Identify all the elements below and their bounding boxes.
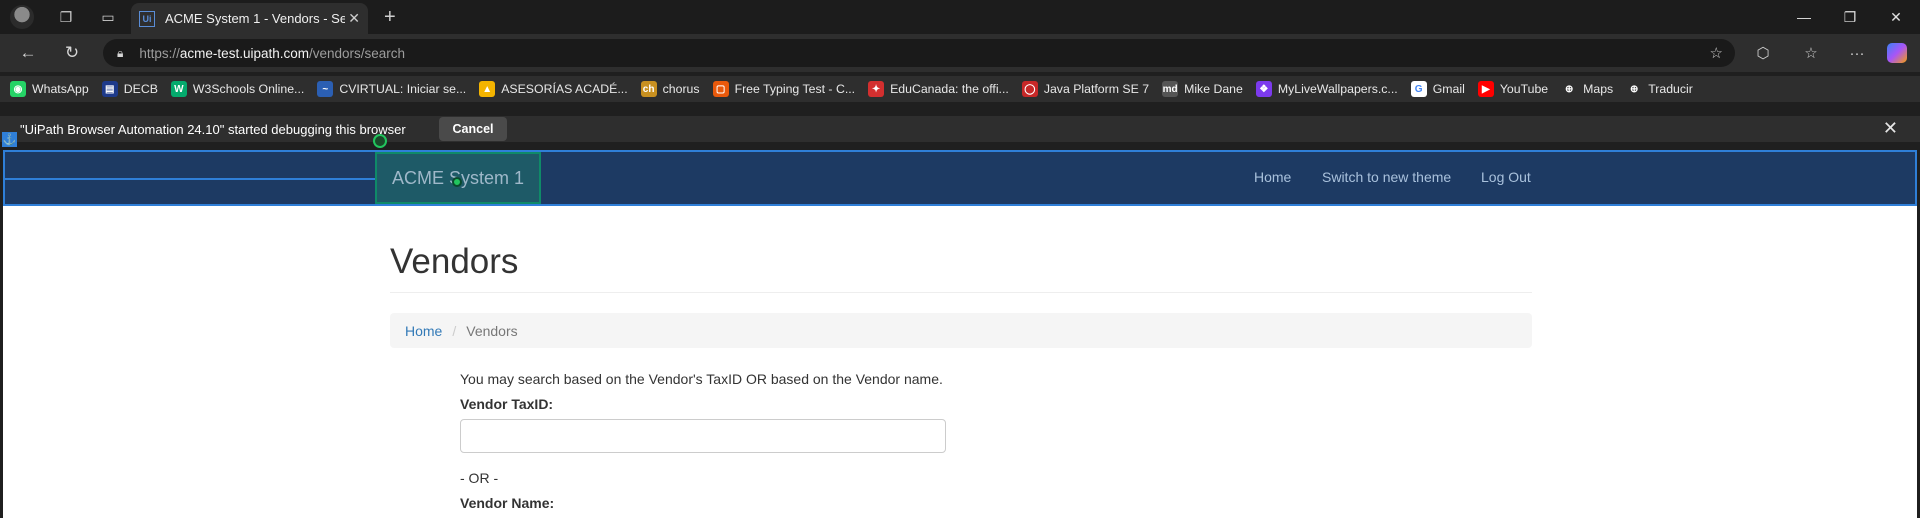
workspaces-icon[interactable]: ❐	[56, 7, 76, 27]
breadcrumb: Home / Vendors	[390, 313, 1532, 348]
cancel-debug-button[interactable]: Cancel	[439, 117, 507, 141]
back-icon[interactable]: ←	[16, 42, 40, 64]
oracle-icon: ◯	[1021, 81, 1038, 97]
new-tab-button[interactable]: +	[384, 6, 396, 29]
chorus-icon: ch	[640, 81, 657, 97]
bookmark-item[interactable]: ⊕ Maps	[1561, 81, 1613, 97]
tab-close-icon[interactable]: ✕	[348, 10, 360, 27]
lock-icon[interactable]: 🔒︎	[117, 46, 123, 61]
url-path: /vendors/search	[308, 45, 406, 61]
bookmark-label: Java Platform SE 7	[1043, 82, 1150, 96]
bookmark-item[interactable]: ⊕ Traducir	[1626, 81, 1693, 97]
close-banner-icon[interactable]: ✕	[1883, 118, 1898, 139]
bookmark-label: Mike Dane	[1184, 82, 1243, 96]
automation-target-icon	[452, 177, 462, 187]
web-page: ACME System 1 Home Switch to new theme L…	[3, 150, 1917, 518]
mylivewallpapers-icon: ❖	[1255, 81, 1272, 97]
mike-dane-icon: md	[1162, 81, 1179, 97]
bookmark-label: ASESORÍAS ACADÉ...	[501, 82, 628, 96]
google-icon: G	[1410, 81, 1427, 97]
bookmark-label: EduCanada: the offi...	[890, 82, 1009, 96]
bookmark-label: YouTube	[1499, 82, 1549, 96]
whatsapp-icon: ◉	[10, 81, 26, 97]
vendor-search-form: You may search based on the Vendor's Tax…	[460, 371, 1532, 511]
bookmark-item[interactable]: ✦ EduCanada: the offi...	[868, 81, 1009, 97]
bookmark-label: W3Schools Online...	[192, 82, 305, 96]
bookmark-item[interactable]: W W3Schools Online...	[170, 81, 305, 97]
breadcrumb-separator: /	[452, 322, 457, 339]
refresh-icon[interactable]: ↻	[60, 42, 84, 64]
search-instructions: You may search based on the Vendor's Tax…	[460, 371, 943, 387]
anchor-icon: ⚓	[2, 132, 17, 147]
automation-anchor-ring-icon	[373, 134, 387, 148]
copilot-icon[interactable]	[1887, 43, 1907, 63]
active-tab[interactable]: Ui ACME System 1 - Vendors - Search ✕	[131, 3, 368, 34]
url-prefix: https://	[139, 45, 180, 61]
uipath-favicon-icon: Ui	[139, 10, 155, 27]
debug-message: "UiPath Browser Automation 24.10" starte…	[20, 121, 406, 137]
typing-test-icon: ▢	[712, 81, 729, 97]
bookmark-item[interactable]: ▲ ASESORÍAS ACADÉ...	[479, 81, 628, 97]
tab-title: ACME System 1 - Vendors - Search	[165, 11, 345, 26]
browser-toolbar: ← ↻ 🔒︎ https://acme-test.uipath.com/vend…	[0, 34, 1920, 72]
brand-link[interactable]: ACME System 1	[375, 152, 541, 204]
globe-icon: ⊕	[1561, 81, 1578, 97]
url-text: https://acme-test.uipath.com/vendors/sea…	[139, 46, 405, 61]
bookmark-label: MyLiveWallpapers.c...	[1277, 82, 1398, 96]
bookmark-item[interactable]: G Gmail	[1410, 81, 1465, 97]
close-icon[interactable]: ✕	[1873, 0, 1919, 34]
minimize-icon[interactable]: —	[1781, 0, 1827, 34]
bookmark-label: chorus	[662, 82, 700, 96]
nav-logout-link[interactable]: Log Out	[1481, 169, 1531, 185]
bookmark-item[interactable]: ❖ MyLiveWallpapers.c...	[1255, 81, 1398, 97]
bookmark-item[interactable]: ~ CVIRTUAL: Iniciar se...	[317, 81, 466, 97]
bookmarks-bar: ◉ WhatsApp ▤ DECB W W3Schools Online... ~ CVIRT…	[0, 76, 1920, 102]
bookmark-item[interactable]: ◯ Java Platform SE 7	[1021, 81, 1150, 97]
bookmark-item[interactable]: md Mike Dane	[1162, 81, 1243, 97]
nav-switch-theme-link[interactable]: Switch to new theme	[1322, 169, 1451, 185]
or-separator: - OR -	[460, 470, 499, 486]
main-content: Vendors Home / Vendors You may search ba…	[390, 206, 1532, 518]
bookmark-label: WhatsApp	[32, 82, 89, 96]
globe-icon: ⊕	[1626, 81, 1643, 97]
vendor-name-label: Vendor Name:	[460, 495, 555, 511]
vendor-taxid-label: Vendor TaxID:	[460, 396, 554, 412]
bookmark-item[interactable]: ▶ YouTube	[1477, 81, 1549, 97]
extensions-icon[interactable]: ⬡	[1752, 43, 1774, 63]
address-bar[interactable]: 🔒︎ https://acme-test.uipath.com/vendors/…	[103, 39, 1735, 67]
breadcrumb-current: Vendors	[466, 322, 518, 339]
decb-icon: ▤	[101, 81, 118, 97]
tab-actions-icon[interactable]: ▭	[98, 7, 118, 27]
automation-highlight-line	[5, 178, 377, 180]
more-menu-icon[interactable]: ···	[1846, 43, 1868, 63]
bookmark-item[interactable]: ▤ DECB	[101, 81, 158, 97]
bookmark-label: Maps	[1583, 82, 1614, 96]
restore-icon[interactable]: ❐	[1827, 0, 1873, 34]
google-drive-icon: ▲	[479, 81, 496, 97]
youtube-icon: ▶	[1477, 81, 1494, 97]
bookmark-label: CVIRTUAL: Iniciar se...	[339, 82, 467, 96]
bookmark-label: Traducir	[1648, 82, 1693, 96]
bookmark-item[interactable]: ▢ Free Typing Test - C...	[712, 81, 856, 97]
bookmark-item[interactable]: ◉ WhatsApp	[10, 81, 89, 97]
debug-banner: "UiPath Browser Automation 24.10" starte…	[0, 116, 1920, 142]
favorites-icon[interactable]: ☆	[1800, 43, 1822, 63]
site-navbar: ACME System 1 Home Switch to new theme L…	[3, 150, 1917, 206]
w3schools-icon: W	[170, 81, 187, 97]
page-title: Vendors	[390, 242, 1532, 293]
nav-home-link[interactable]: Home	[1254, 169, 1291, 185]
educanada-icon: ✦	[868, 81, 885, 97]
cvirtual-icon: ~	[317, 81, 334, 97]
breadcrumb-home-link[interactable]: Home	[405, 323, 442, 339]
profile-avatar[interactable]	[10, 5, 34, 29]
bookmark-label: Gmail	[1432, 82, 1465, 96]
url-host: acme-test.uipath.com	[179, 45, 309, 61]
bookmark-label: Free Typing Test - C...	[734, 82, 856, 96]
bookmark-item[interactable]: ch chorus	[640, 81, 700, 97]
vendor-taxid-input[interactable]	[460, 419, 946, 453]
bookmark-label: DECB	[123, 82, 158, 96]
favorite-star-icon[interactable]: ☆	[1710, 44, 1723, 62]
